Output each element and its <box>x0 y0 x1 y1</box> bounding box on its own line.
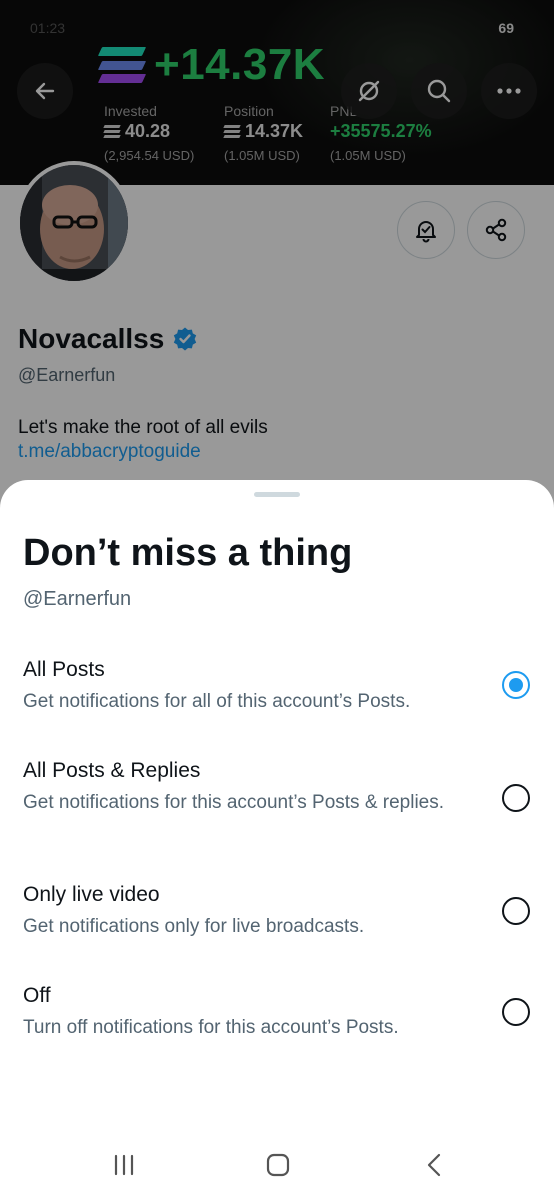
option-description: Get notifications for this account’s Pos… <box>23 792 445 813</box>
option-description: Turn off notifications for this account’… <box>23 1017 399 1038</box>
back-nav-icon <box>427 1153 441 1177</box>
option-title: All Posts <box>23 658 105 681</box>
home-button[interactable] <box>258 1150 298 1180</box>
option-description: Get notifications only for live broadcas… <box>23 916 365 937</box>
option-title: All Posts & Replies <box>23 759 201 782</box>
home-icon <box>266 1153 290 1177</box>
radio-all-posts[interactable] <box>502 671 530 699</box>
back-nav-button[interactable] <box>414 1150 454 1180</box>
radio-only-live-video[interactable] <box>502 897 530 925</box>
system-nav-bar <box>0 1130 554 1200</box>
sheet-handle: @Earnerfun <box>23 588 132 610</box>
radio-all-posts-replies[interactable] <box>502 784 530 812</box>
option-off[interactable]: Off Turn off notifications for this acco… <box>0 984 554 1054</box>
option-only-live-video[interactable]: Only live video Get notifications only f… <box>0 883 554 953</box>
notification-settings-sheet: Don’t miss a thing @Earnerfun All Posts … <box>0 480 554 1200</box>
recent-apps-icon <box>114 1154 134 1176</box>
option-description: Get notifications for all of this accoun… <box>23 691 411 712</box>
sheet-title: Don’t miss a thing <box>23 532 353 574</box>
recent-apps-button[interactable] <box>104 1150 144 1180</box>
option-all-posts[interactable]: All Posts Get notifications for all of t… <box>0 658 554 728</box>
sheet-drag-handle[interactable] <box>254 492 300 497</box>
option-title: Only live video <box>23 883 160 906</box>
radio-off[interactable] <box>502 998 530 1026</box>
option-all-posts-replies[interactable]: All Posts & Replies Get notifications fo… <box>0 759 554 839</box>
option-title: Off <box>23 984 51 1007</box>
